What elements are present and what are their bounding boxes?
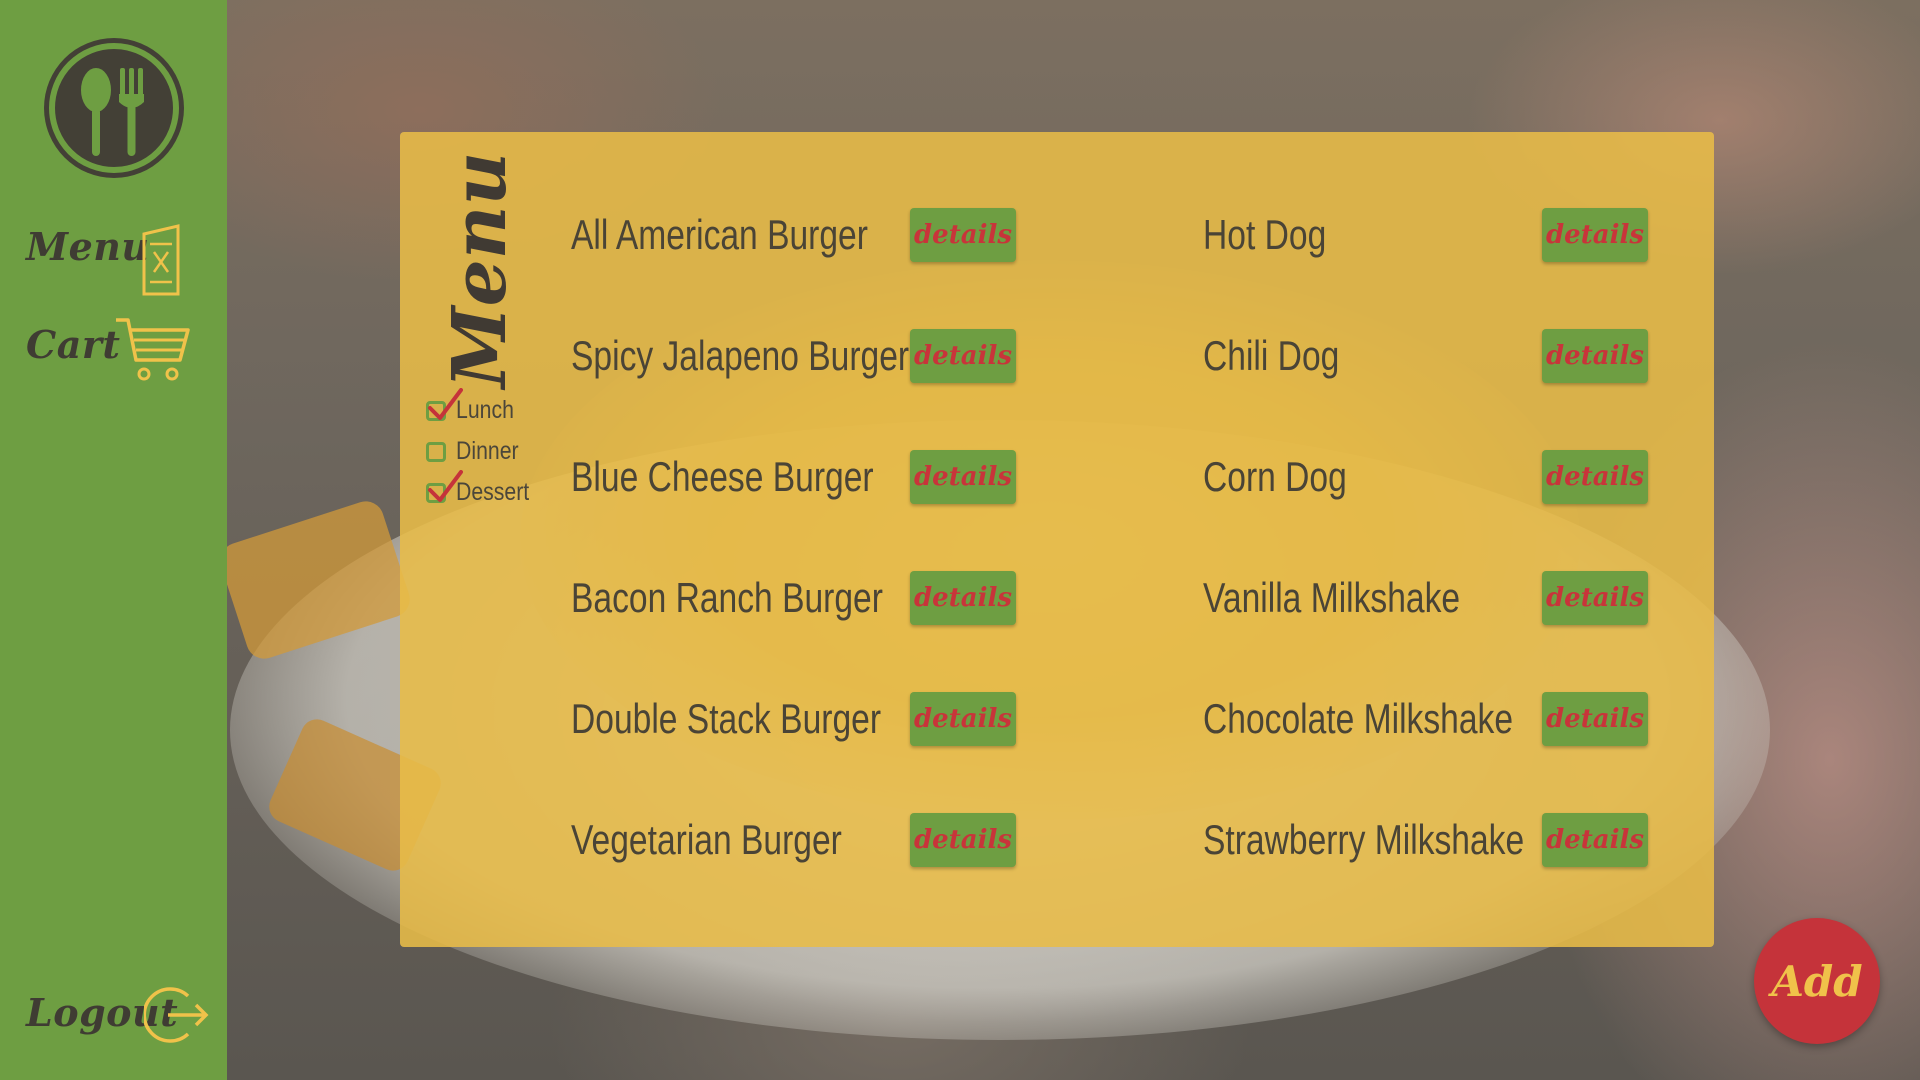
details-button[interactable]: details bbox=[910, 571, 1016, 625]
list-item: Double Stack Burger details bbox=[571, 692, 1051, 813]
item-name: Strawberry Milkshake bbox=[1203, 816, 1525, 863]
details-button[interactable]: details bbox=[1542, 208, 1648, 262]
lunch-checkbox[interactable] bbox=[426, 387, 463, 421]
item-name: Vanilla Milkshake bbox=[1203, 574, 1461, 621]
item-name: Blue Cheese Burger bbox=[571, 453, 874, 500]
list-item: Corn Dog details bbox=[1203, 450, 1683, 571]
item-name: Double Stack Burger bbox=[571, 695, 882, 742]
dessert-checkbox[interactable] bbox=[426, 469, 463, 503]
menu-list-left: All American Burger details Spicy Jalape… bbox=[571, 208, 1051, 934]
sidebar: Menu Cart Logout bbox=[0, 0, 227, 1080]
menu-card-icon bbox=[142, 224, 180, 296]
details-button[interactable]: details bbox=[1542, 571, 1648, 625]
item-name: Corn Dog bbox=[1203, 453, 1347, 500]
list-item: Vegetarian Burger details bbox=[571, 813, 1051, 934]
panel-title: Menu bbox=[430, 152, 530, 389]
menu-list-right: Hot Dog details Chili Dog details Corn D… bbox=[1203, 208, 1683, 934]
logout-icon bbox=[144, 987, 209, 1043]
item-name: Chili Dog bbox=[1203, 332, 1340, 379]
item-name: All American Burger bbox=[571, 211, 868, 258]
spoon-fork-icon bbox=[49, 43, 179, 173]
list-item: Chocolate Milkshake details bbox=[1203, 692, 1683, 813]
filter-label: Lunch bbox=[456, 396, 514, 424]
sidebar-item-label: Cart bbox=[26, 322, 121, 367]
sidebar-item-label: Menu bbox=[26, 224, 150, 269]
list-item: Hot Dog details bbox=[1203, 208, 1683, 329]
list-item: Vanilla Milkshake details bbox=[1203, 571, 1683, 692]
details-button[interactable]: details bbox=[910, 450, 1016, 504]
details-button[interactable]: details bbox=[1542, 692, 1648, 746]
list-item: Blue Cheese Burger details bbox=[571, 450, 1051, 571]
logo bbox=[44, 38, 184, 178]
item-name: Spicy Jalapeno Burger bbox=[571, 332, 910, 379]
sidebar-item-menu[interactable]: Menu bbox=[26, 224, 180, 296]
list-item: Strawberry Milkshake details bbox=[1203, 813, 1683, 934]
filter-dessert[interactable]: Dessert bbox=[426, 469, 542, 513]
filter-dinner[interactable]: Dinner bbox=[426, 431, 542, 472]
filter-lunch[interactable]: Lunch bbox=[426, 387, 542, 431]
sidebar-item-cart[interactable]: Cart bbox=[26, 318, 190, 381]
item-name: Vegetarian Burger bbox=[571, 816, 842, 863]
list-item: Bacon Ranch Burger details bbox=[571, 571, 1051, 692]
list-item: All American Burger details bbox=[571, 208, 1051, 329]
meal-filters: Lunch Dinner Dessert bbox=[426, 387, 542, 513]
list-item: Spicy Jalapeno Burger details bbox=[571, 329, 1051, 450]
details-button[interactable]: details bbox=[910, 329, 1016, 383]
details-button[interactable]: details bbox=[910, 813, 1016, 867]
shopping-cart-icon bbox=[116, 318, 190, 381]
details-button[interactable]: details bbox=[910, 692, 1016, 746]
panel-title-text: Menu bbox=[437, 151, 523, 389]
item-name: Bacon Ranch Burger bbox=[571, 574, 883, 621]
details-button[interactable]: details bbox=[1542, 329, 1648, 383]
item-name: Hot Dog bbox=[1203, 211, 1327, 258]
item-name: Chocolate Milkshake bbox=[1203, 695, 1514, 742]
filter-label: Dinner bbox=[456, 437, 519, 465]
details-button[interactable]: details bbox=[1542, 813, 1648, 867]
details-button[interactable]: details bbox=[1542, 450, 1648, 504]
sidebar-item-logout[interactable]: Logout bbox=[26, 987, 209, 1043]
add-button[interactable]: Add bbox=[1754, 918, 1880, 1044]
filter-label: Dessert bbox=[456, 478, 530, 506]
dinner-checkbox[interactable] bbox=[426, 441, 446, 462]
details-button[interactable]: details bbox=[910, 208, 1016, 262]
list-item: Chili Dog details bbox=[1203, 329, 1683, 450]
